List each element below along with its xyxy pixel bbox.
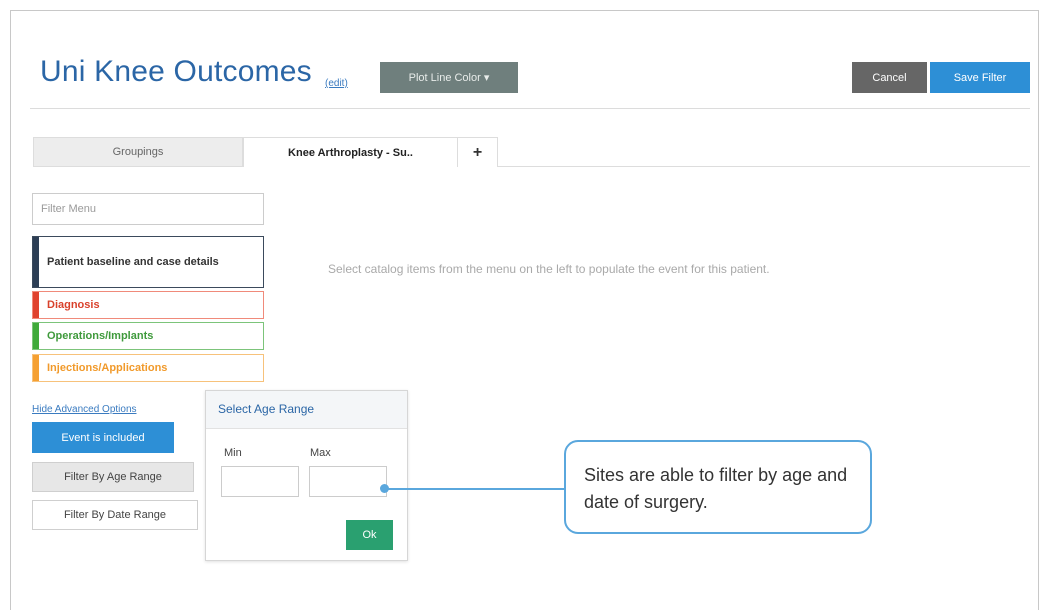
ok-button[interactable]: Ok: [346, 520, 393, 550]
edit-title-link[interactable]: (edit): [325, 78, 348, 89]
filter-age-range-button[interactable]: Filter By Age Range: [32, 462, 194, 492]
category-label: Diagnosis: [47, 299, 100, 311]
filter-menu-input[interactable]: [32, 193, 264, 225]
save-filter-button[interactable]: Save Filter: [930, 62, 1030, 93]
category-label: Injections/Applications: [47, 362, 168, 374]
age-range-popover: Select Age Range Min Max Ok: [205, 390, 408, 561]
category-injections-applications[interactable]: Injections/Applications: [32, 354, 264, 382]
category-diagnosis[interactable]: Diagnosis: [32, 291, 264, 319]
max-age-input[interactable]: [309, 466, 387, 497]
plot-line-color-button[interactable]: Plot Line Color ▾: [380, 62, 518, 93]
category-operations-implants[interactable]: Operations/Implants: [32, 322, 264, 350]
add-tab-button[interactable]: +: [458, 137, 498, 167]
tabs-divider: [498, 166, 1030, 167]
callout-connector: [384, 488, 566, 490]
annotation-callout: Sites are able to filter by age and date…: [564, 440, 872, 534]
min-age-input[interactable]: [221, 466, 299, 497]
age-range-title: Select Age Range: [206, 391, 407, 429]
empty-state-message: Select catalog items from the menu on th…: [328, 262, 770, 276]
tab-knee-arthroplasty[interactable]: Knee Arthroplasty - Su..: [243, 137, 458, 167]
page-title: Uni Knee Outcomes: [40, 55, 312, 88]
tab-groupings[interactable]: Groupings: [33, 137, 243, 167]
event-included-button[interactable]: Event is included: [32, 422, 174, 453]
category-label: Patient baseline and case details: [47, 255, 219, 268]
max-label: Max: [310, 447, 331, 459]
category-patient-baseline[interactable]: Patient baseline and case details: [32, 236, 264, 288]
category-label: Operations/Implants: [47, 330, 154, 342]
callout-anchor-dot: [380, 484, 389, 493]
hide-advanced-options-link[interactable]: Hide Advanced Options: [32, 404, 137, 415]
min-label: Min: [224, 447, 242, 459]
callout-text: Sites are able to filter by age and date…: [584, 465, 848, 512]
header-divider: [30, 108, 1030, 109]
filter-date-range-button[interactable]: Filter By Date Range: [32, 500, 198, 530]
cancel-button[interactable]: Cancel: [852, 62, 927, 93]
